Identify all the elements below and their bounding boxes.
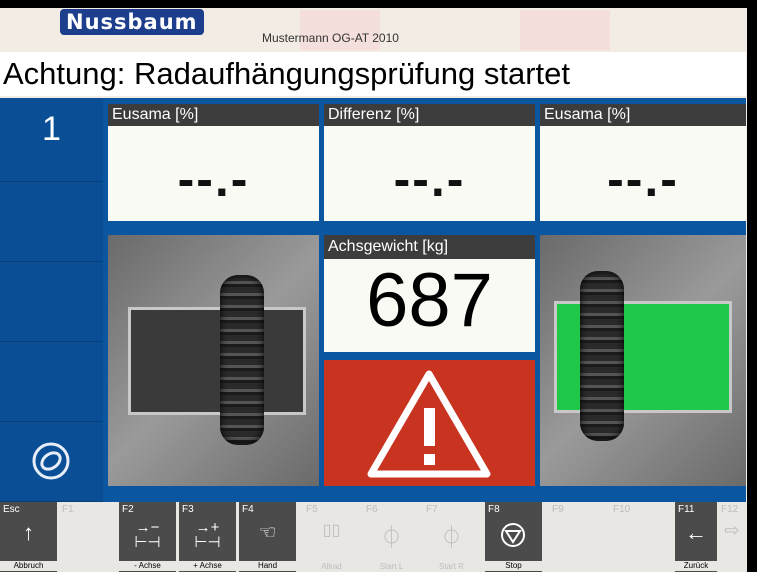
fkey-label: - Achse <box>119 561 176 571</box>
difference-value: --.- <box>393 151 466 207</box>
fkey-number: F2 <box>122 504 134 515</box>
company-name: Mustermann OG-AT 2010 <box>262 31 399 45</box>
axle-number: 1 <box>42 110 61 148</box>
fkey-label: Abbruch <box>0 561 57 571</box>
axle-weight-box: Achsgewicht [kg] 687 <box>324 235 535 352</box>
side-cell <box>0 182 103 262</box>
f7-start-right-button[interactable]: F7 ⏀ Start R <box>423 502 480 572</box>
left-eusama-label: Eusama [%] <box>108 104 319 126</box>
arrow-right-icon: ⇨ <box>724 520 740 540</box>
fkey-number: F9 <box>552 504 564 515</box>
app-screen: Nussbaum Mustermann OG-AT 2010 Achtung: … <box>0 0 757 572</box>
axle-minus-icon: →− ⊢⊣ <box>134 519 161 551</box>
side-cell <box>0 342 103 422</box>
brand-logo: Nussbaum <box>60 9 204 35</box>
f11-back-button[interactable]: F11 ← Zurück <box>675 502 717 572</box>
right-border <box>747 0 757 572</box>
fkey-number: F12 <box>721 504 739 515</box>
fkey-label: Start L <box>379 562 404 571</box>
top-border <box>0 0 757 8</box>
arrow-left-icon: ← <box>685 520 707 545</box>
fkey-number: F10 <box>613 504 631 515</box>
f4-hand-button[interactable]: F4 ☜ Hand <box>239 502 296 572</box>
axle-plus-icon: →+ ⊢⊣ <box>194 519 221 551</box>
axle-weight-value: 687 <box>366 258 493 343</box>
warning-icon <box>367 370 491 478</box>
warning-panel <box>324 360 535 486</box>
stop-icon <box>501 523 525 547</box>
fkey-number: F11 <box>678 504 695 515</box>
hand-icon: ☜ <box>258 522 277 544</box>
fkey-number: F3 <box>182 504 194 515</box>
right-eusama-value: --.- <box>607 151 679 207</box>
background-watermark <box>520 10 610 50</box>
fkey-label: Allrad <box>321 562 342 571</box>
left-test-plate <box>128 307 306 415</box>
start-left-icon: ⏀ <box>380 525 403 550</box>
esc-abort-button[interactable]: Esc ↑ Abbruch <box>0 502 57 572</box>
fkey-number: F5 <box>306 504 318 515</box>
f12-forward-button[interactable]: F12 ⇨ <box>718 502 746 572</box>
fkey-label: Start R <box>439 562 464 571</box>
fkey-label: + Achse <box>179 561 236 571</box>
arrow-up-icon: ↑ <box>23 520 34 545</box>
left-eusama-box: Eusama [%] --.- <box>108 104 319 221</box>
f6-start-left-button[interactable]: F6 ⏀ Start L <box>363 502 420 572</box>
fkey-number: F8 <box>488 504 500 515</box>
f2-axle-minus-button[interactable]: F2 →− ⊢⊣ - Achse <box>119 502 176 572</box>
fkey-label: Zurück <box>675 561 717 571</box>
fkey-number: F4 <box>242 504 254 515</box>
f9-button[interactable]: F9 <box>549 502 606 572</box>
difference-label: Differenz [%] <box>324 104 535 126</box>
fkey-number: F6 <box>366 504 378 515</box>
page-title: Achtung: Radaufhängungsprüfung startet <box>0 52 746 96</box>
right-eusama-label: Eusama [%] <box>540 104 746 126</box>
f10-button[interactable]: F10 <box>610 502 667 572</box>
left-tyre-icon <box>220 275 264 445</box>
left-eusama-value: --.- <box>177 151 250 207</box>
right-wheel-image <box>540 235 746 486</box>
f3-axle-plus-button[interactable]: F3 →+ ⊢⊣ + Achse <box>179 502 236 572</box>
nussbaum-swirl-icon <box>32 442 70 480</box>
start-right-icon: ⏀ <box>440 525 463 550</box>
right-eusama-box: Eusama [%] --.- <box>540 104 746 221</box>
difference-box: Differenz [%] --.- <box>324 104 535 221</box>
axle-weight-label: Achsgewicht [kg] <box>324 235 535 259</box>
f1-button[interactable]: F1 <box>59 502 116 572</box>
fkey-label: Stop <box>485 561 542 571</box>
f5-allwheel-button[interactable]: F5 ▯▯ Allrad <box>303 502 360 572</box>
side-cell <box>0 262 103 342</box>
right-tyre-icon <box>580 271 624 441</box>
allwheel-icon: ▯▯ <box>322 522 341 539</box>
fkey-number: F7 <box>426 504 438 515</box>
fkey-number: F1 <box>62 504 74 515</box>
left-wheel-image <box>108 235 319 486</box>
fkey-label: Hand <box>239 561 296 571</box>
f8-stop-button[interactable]: F8 Stop <box>485 502 542 572</box>
fkey-number: Esc <box>3 504 20 515</box>
